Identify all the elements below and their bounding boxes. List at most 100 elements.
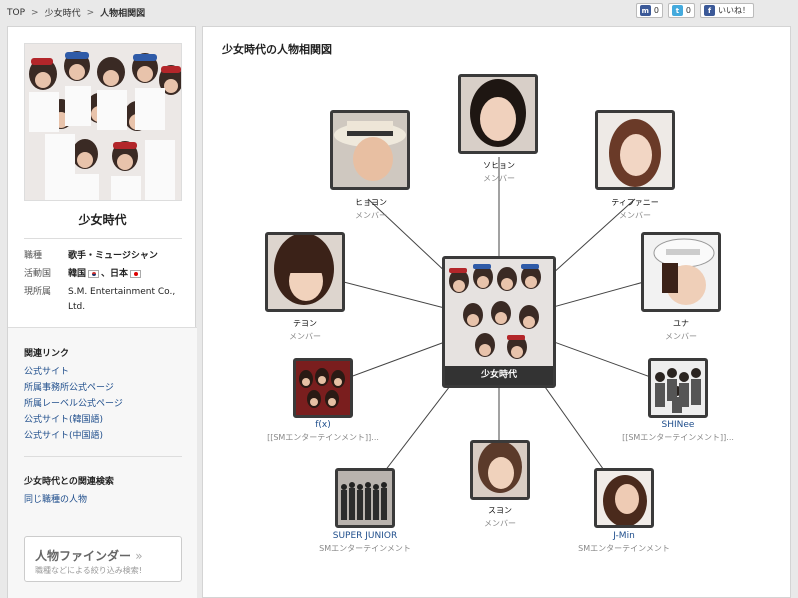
node-name[interactable]: ユナ bbox=[665, 318, 697, 329]
node-role: SMエンターテインメント bbox=[319, 544, 411, 553]
related-section: 関連リンク 公式サイト 所属事務所公式ページ 所属レーベル公式ページ 公式サイト… bbox=[8, 327, 197, 598]
node-role: メンバー bbox=[665, 332, 697, 341]
member-photo bbox=[268, 235, 342, 309]
related-search-links: 同じ職種の人物 bbox=[24, 492, 87, 508]
group-photo bbox=[296, 361, 350, 415]
node-name[interactable]: ティファニー bbox=[611, 197, 659, 208]
center-node[interactable]: 少女時代 bbox=[442, 256, 556, 388]
node-hyoyeon[interactable] bbox=[330, 110, 410, 190]
node-label: スヨン メンバー bbox=[484, 505, 516, 529]
divider bbox=[24, 456, 182, 457]
node-name[interactable]: SUPER JUNIOR bbox=[319, 531, 411, 541]
node-label: ユナ メンバー bbox=[665, 318, 697, 342]
member-photo bbox=[644, 235, 718, 309]
mixi-icon: m bbox=[639, 5, 651, 16]
member-photo bbox=[461, 77, 535, 151]
top-bar: TOP > 少女時代 > 人物相関図 m 0 t 0 f いいね！ bbox=[0, 0, 798, 24]
related-links: 公式サイト 所属事務所公式ページ 所属レーベル公式ページ 公式サイト(韓国語) … bbox=[24, 364, 123, 444]
breadcrumb-separator: > bbox=[86, 7, 95, 18]
related-link[interactable]: 公式サイト(韓国語) bbox=[24, 412, 123, 428]
sidebar: 少女時代 職種 歌手・ミュージシャン 活動国 韓国 、日本 現所属 S.M. En… bbox=[7, 26, 197, 598]
node-role: メンバー bbox=[289, 332, 321, 341]
info-row-agency: 現所属 S.M. Entertainment Co., Ltd. bbox=[24, 285, 184, 315]
node-shinee[interactable] bbox=[648, 358, 708, 418]
node-role: SMエンターテインメント bbox=[578, 544, 670, 553]
related-link[interactable]: 公式サイト bbox=[24, 364, 123, 380]
japan-flag-icon bbox=[130, 269, 142, 278]
node-label: ソヒョン メンバー bbox=[483, 160, 515, 184]
breadcrumb-separator: > bbox=[31, 7, 39, 18]
relationship-map-panel: 少女時代の人物相関図 少女時代 ソヒョン メンバー ヒョヨン メンバー ティファ… bbox=[202, 26, 791, 598]
info-value-country: 韓国 、日本 bbox=[68, 267, 143, 282]
same-occupation-link[interactable]: 同じ職種の人物 bbox=[24, 492, 87, 508]
mixi-share-button[interactable]: m 0 bbox=[635, 3, 663, 18]
node-label: SHINee [[SMエンターテインメント]]... bbox=[622, 420, 734, 443]
related-links-title: 関連リンク bbox=[24, 349, 70, 359]
node-role: [[SMエンターテインメント]]... bbox=[267, 433, 379, 442]
member-photo bbox=[597, 471, 651, 525]
node-role: メンバー bbox=[484, 519, 516, 528]
artist-photo bbox=[24, 43, 183, 201]
node-yoona[interactable] bbox=[641, 232, 721, 312]
twitter-count: 0 bbox=[685, 6, 691, 15]
node-label: テヨン メンバー bbox=[289, 318, 321, 342]
related-link[interactable]: 所属レーベル公式ページ bbox=[24, 396, 123, 412]
group-photo bbox=[338, 471, 392, 525]
node-name[interactable]: J-Min bbox=[578, 531, 670, 541]
center-group-photo bbox=[445, 259, 553, 367]
node-fx[interactable] bbox=[293, 358, 353, 418]
divider bbox=[24, 238, 182, 239]
facebook-like-label: いいね！ bbox=[718, 6, 750, 15]
node-label: ティファニー メンバー bbox=[611, 197, 659, 221]
info-row-occupation: 職種 歌手・ミュージシャン bbox=[24, 249, 184, 264]
node-label: ヒョヨン メンバー bbox=[355, 197, 387, 221]
info-key: 職種 bbox=[24, 251, 43, 261]
group-photo bbox=[651, 361, 705, 415]
breadcrumb-top-link[interactable]: TOP bbox=[7, 8, 25, 18]
member-photo bbox=[473, 443, 527, 497]
center-node-label: 少女時代 bbox=[445, 366, 553, 385]
facebook-like-button[interactable]: f いいね！ bbox=[700, 3, 754, 18]
node-label: SUPER JUNIOR SMエンターテインメント bbox=[319, 531, 411, 554]
node-name[interactable]: ソヒョン bbox=[483, 160, 515, 171]
node-label: J-Min SMエンターテインメント bbox=[578, 531, 670, 554]
node-role: メンバー bbox=[619, 211, 651, 220]
node-name[interactable]: ヒョヨン bbox=[355, 197, 387, 208]
node-j-min[interactable] bbox=[594, 468, 654, 528]
node-taeyeon[interactable] bbox=[265, 232, 345, 312]
member-photo bbox=[333, 113, 407, 187]
share-buttons: m 0 t 0 f いいね！ bbox=[635, 3, 754, 18]
node-super-junior[interactable] bbox=[335, 468, 395, 528]
breadcrumb: TOP > 少女時代 > 人物相関図 bbox=[7, 6, 145, 20]
facebook-icon: f bbox=[704, 5, 715, 16]
finder-title-row: 人物ファインダー » bbox=[35, 547, 143, 564]
korea-flag-icon bbox=[88, 269, 100, 278]
node-role: メンバー bbox=[483, 174, 515, 183]
node-sooyoung[interactable] bbox=[470, 440, 530, 500]
country-korea: 韓国 bbox=[68, 269, 87, 279]
node-name[interactable]: SHINee bbox=[622, 420, 734, 430]
node-role: [[SMエンターテインメント]]... bbox=[622, 433, 734, 442]
node-sohyun[interactable] bbox=[458, 74, 538, 154]
twitter-icon: t bbox=[671, 5, 683, 16]
twitter-share-button[interactable]: t 0 bbox=[667, 3, 695, 18]
breadcrumb-artist-link[interactable]: 少女時代 bbox=[45, 6, 81, 19]
related-search-title: 少女時代との関連検索 bbox=[24, 477, 114, 487]
finder-subtitle: 職種などによる絞り込み検索! bbox=[35, 566, 142, 575]
node-role: メンバー bbox=[355, 211, 387, 220]
node-name[interactable]: f(x) bbox=[267, 420, 379, 430]
info-value: S.M. Entertainment Co., Ltd. bbox=[68, 287, 176, 312]
member-photo bbox=[598, 113, 672, 187]
node-tiffany[interactable] bbox=[595, 110, 675, 190]
person-finder-banner[interactable]: 人物ファインダー » 職種などによる絞り込み検索! bbox=[24, 536, 182, 582]
node-label: f(x) [[SMエンターテインメント]]... bbox=[267, 420, 379, 443]
node-name[interactable]: テヨン bbox=[289, 318, 321, 329]
info-key: 活動国 bbox=[24, 269, 52, 279]
country-japan: 、日本 bbox=[101, 269, 129, 279]
related-link[interactable]: 所属事務所公式ページ bbox=[24, 380, 123, 396]
node-name[interactable]: スヨン bbox=[484, 505, 516, 516]
related-link[interactable]: 公式サイト(中国語) bbox=[24, 428, 123, 444]
double-arrow-icon: » bbox=[135, 549, 143, 563]
artist-info: 職種 歌手・ミュージシャン 活動国 韓国 、日本 現所属 S.M. Enterta… bbox=[24, 249, 184, 318]
mixi-count: 0 bbox=[653, 6, 659, 15]
